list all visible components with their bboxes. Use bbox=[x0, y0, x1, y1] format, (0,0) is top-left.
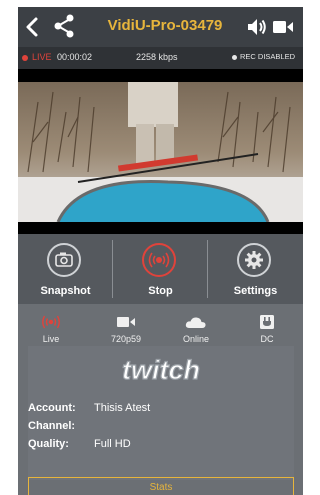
rec-indicator-dot bbox=[232, 55, 237, 60]
indicator-power: DC bbox=[237, 314, 297, 344]
stop-button-ring bbox=[142, 243, 176, 277]
device-title: VidiU-Pro-03479 bbox=[107, 17, 223, 34]
cloud-icon bbox=[185, 317, 206, 328]
indicator-resolution-label: 720p59 bbox=[110, 334, 142, 344]
destination-card: twitch Account: Thisis Atest Channel: Qu… bbox=[28, 346, 294, 480]
control-panel: Snapshot Stop Settings bbox=[18, 234, 303, 304]
quality-label: Quality: bbox=[28, 438, 69, 450]
settings-button[interactable]: Settings bbox=[208, 234, 303, 304]
gear-icon bbox=[245, 251, 263, 269]
top-bar: VidiU-Pro-03479 bbox=[18, 7, 303, 47]
video-preview bbox=[18, 69, 303, 234]
status-bar: LIVE 00:00:02 2258 kbps REC DISABLED bbox=[18, 47, 303, 69]
elapsed-time: 00:00:02 bbox=[57, 52, 93, 62]
share-icon[interactable] bbox=[52, 13, 76, 39]
indicator-resolution: 720p59 bbox=[96, 314, 156, 344]
rec-status: REC DISABLED bbox=[240, 52, 296, 61]
power-plug-icon bbox=[260, 315, 274, 329]
svg-text:twitch: twitch bbox=[122, 355, 200, 385]
snapshot-button-ring bbox=[47, 243, 81, 277]
indicator-live: Live bbox=[21, 314, 81, 344]
quality-value: Full HD bbox=[94, 438, 131, 450]
app-screen: VidiU-Pro-03479 LIVE 00:00:02 2258 kbps … bbox=[18, 7, 303, 495]
video-frame-image bbox=[18, 82, 303, 222]
camera-icon bbox=[55, 252, 73, 267]
settings-button-ring bbox=[237, 243, 271, 277]
bitrate-readout: 2258 kbps bbox=[136, 52, 178, 62]
snapshot-button[interactable]: Snapshot bbox=[18, 234, 113, 304]
channel-label: Channel: bbox=[28, 420, 76, 432]
stop-label: Stop bbox=[148, 285, 173, 297]
stats-button[interactable]: Stats bbox=[28, 477, 294, 495]
indicator-live-label: Live bbox=[42, 334, 60, 344]
broadcast-icon bbox=[42, 315, 60, 329]
account-label: Account: bbox=[28, 402, 76, 414]
twitch-logo: twitch bbox=[121, 354, 200, 385]
settings-label: Settings bbox=[233, 285, 278, 297]
indicator-power-label: DC bbox=[260, 334, 274, 344]
indicator-online-label: Online bbox=[182, 334, 209, 344]
stop-button[interactable]: Stop bbox=[113, 234, 208, 304]
live-label: LIVE bbox=[32, 52, 52, 62]
chevron-left-icon[interactable] bbox=[22, 12, 44, 42]
indicator-online: Online bbox=[166, 314, 226, 344]
account-value: Thisis Atest bbox=[94, 402, 151, 414]
snapshot-label: Snapshot bbox=[40, 285, 91, 297]
live-indicator-dot bbox=[22, 55, 28, 61]
volume-icon[interactable] bbox=[246, 16, 268, 38]
broadcast-icon bbox=[148, 252, 170, 268]
video-camera-icon[interactable] bbox=[272, 18, 294, 36]
video-icon bbox=[117, 317, 135, 327]
info-panel: Live 720p59 Online DC twitch Account: Th… bbox=[18, 304, 303, 495]
